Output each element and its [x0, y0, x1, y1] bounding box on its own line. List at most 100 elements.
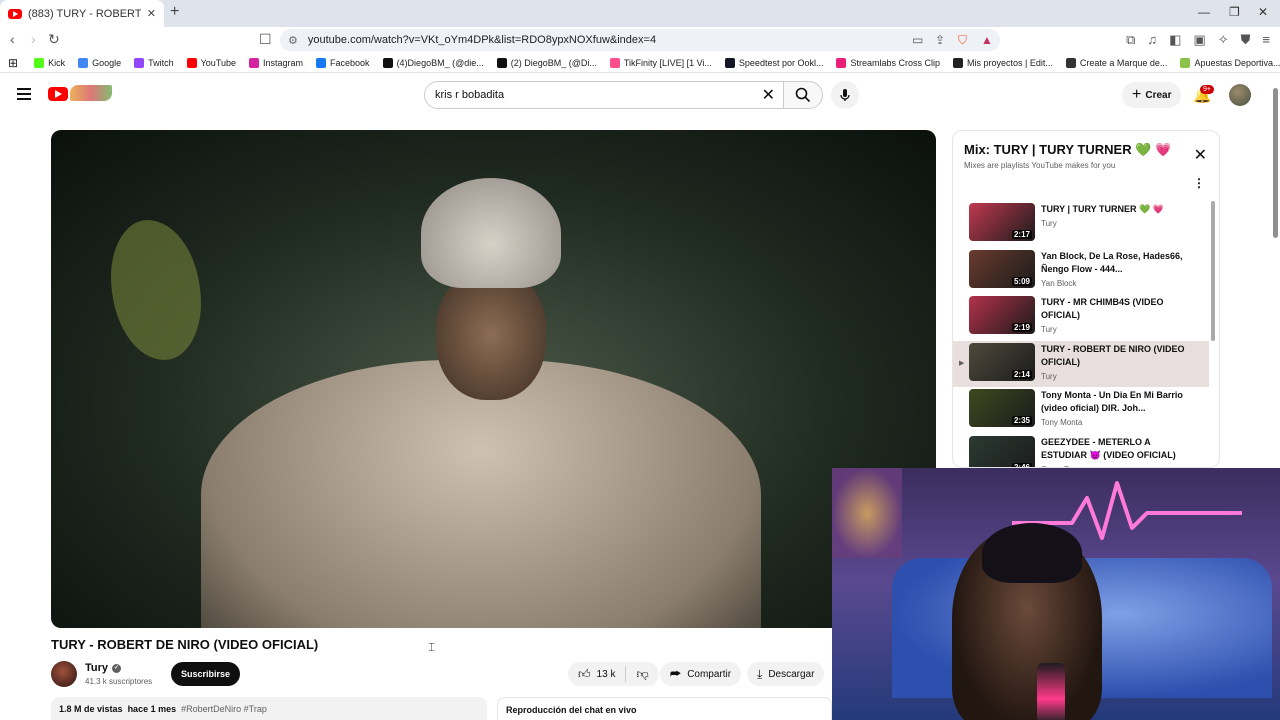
- like-dislike-group: 👍︎ 13 k 👎︎: [568, 662, 659, 686]
- bookmark-item[interactable]: Instagram: [249, 57, 303, 68]
- playlist-scrollbar[interactable]: [1211, 201, 1215, 341]
- forward-icon[interactable]: ›: [31, 31, 36, 47]
- playlist-item-title[interactable]: TURY - MR CHIMB4S (VIDEO OFICIAL): [1041, 296, 1191, 322]
- back-icon[interactable]: ‹: [10, 31, 15, 47]
- wallet-icon[interactable]: ▣: [1193, 32, 1205, 48]
- youtube-logo[interactable]: [48, 87, 68, 101]
- menu-icon[interactable]: ≡: [1262, 32, 1270, 48]
- bookmark-item[interactable]: Speedtest por Ookl...: [724, 57, 823, 68]
- bookmark-item[interactable]: Apuestas Deportiva...: [1180, 57, 1280, 68]
- share-button[interactable]: ⮫ Compartir: [660, 662, 742, 686]
- bookmark-item[interactable]: Twitch: [134, 57, 174, 68]
- restore-icon[interactable]: ❐: [1229, 5, 1240, 19]
- bookmark-favicon-icon: [78, 57, 89, 68]
- bookmark-item[interactable]: YouTube: [186, 57, 236, 68]
- upload-age: hace 1 mes: [127, 704, 177, 714]
- video-duration: 2:35: [1011, 416, 1032, 425]
- rewards-icon[interactable]: ▲: [981, 33, 993, 47]
- search-button[interactable]: [783, 81, 823, 109]
- cast-icon[interactable]: ▭: [912, 33, 923, 47]
- like-button[interactable]: 👍︎ 13 k: [568, 667, 625, 682]
- playlist-item-title[interactable]: Tony Monta - Un Dia En Mi Barrio (video …: [1041, 389, 1191, 415]
- bookmark-favicon-icon: [186, 57, 197, 68]
- bookmark-label: Kick: [48, 57, 66, 68]
- browser-tab[interactable]: (883) TURY - ROBERT DE NIRO (VIDEO OFICI…: [0, 0, 164, 27]
- music-icon[interactable]: ♫: [1147, 32, 1157, 48]
- playlist-item[interactable]: 2:17 TURY | TURY TURNER 💚 💗 Tury: [953, 201, 1209, 248]
- playlist-item[interactable]: 5:09 Yan Block, De La Rose, Hades66, Ñeng…: [953, 248, 1209, 295]
- bookmark-favicon-icon: [1180, 57, 1191, 68]
- share-page-icon[interactable]: ⇪: [935, 33, 945, 47]
- sidebar-icon[interactable]: ◧: [1169, 32, 1181, 48]
- playlist-thumbnail[interactable]: 2:17: [969, 203, 1035, 241]
- bookmark-item[interactable]: (4)DiegoBM_ (@die...: [382, 57, 484, 68]
- download-button[interactable]: ⤓ Descargar: [747, 662, 825, 686]
- verified-icon: ✓: [112, 663, 122, 673]
- account-avatar[interactable]: [1229, 84, 1251, 106]
- bookmark-item[interactable]: TikFinity [LIVE] [1 Vi...: [609, 57, 712, 68]
- voice-search-button[interactable]: [831, 81, 859, 109]
- playlist-title[interactable]: Mix: TURY | TURY TURNER 💚 💗: [964, 142, 1171, 158]
- bookmark-item[interactable]: Kick: [34, 57, 66, 68]
- more-actions-icon[interactable]: ⋮: [1193, 176, 1205, 190]
- bookmarks-bar: ⊞ Kick Google Twitch YouTube Instagram Facebo…: [0, 53, 1280, 73]
- clear-search-icon[interactable]: ✕: [762, 85, 775, 105]
- playlist-item[interactable]: ▶ 2:14 TURY - ROBERT DE NIRO (VIDEO OFICIA…: [953, 340, 1209, 387]
- playlist-item-title[interactable]: TURY - ROBERT DE NIRO (VIDEO OFICIAL): [1041, 343, 1191, 369]
- tab-search-icon[interactable]: ⧉: [1126, 32, 1135, 48]
- guide-menu-icon[interactable]: [17, 88, 31, 103]
- close-window-icon[interactable]: ✕: [1258, 5, 1268, 19]
- bookmark-label: TikFinity [LIVE] [1 Vi...: [623, 57, 712, 68]
- bookmark-item[interactable]: Create a Marque de...: [1065, 57, 1167, 68]
- playlist-item[interactable]: 2:35 Tony Monta - Un Dia En Mi Barrio (vi…: [953, 387, 1209, 434]
- playlist-thumbnail[interactable]: 2:19: [969, 296, 1035, 334]
- playlist-item-title[interactable]: GEEZYDEE - METERLO A ESTUDIAR 😈 (VIDEO O…: [1041, 436, 1191, 462]
- create-button[interactable]: + Crear: [1122, 82, 1182, 108]
- dislike-button[interactable]: 👎︎: [626, 667, 658, 682]
- channel-avatar[interactable]: [51, 661, 77, 687]
- reload-icon[interactable]: ↻: [48, 31, 60, 48]
- doodle-logo[interactable]: [70, 85, 112, 101]
- subscribe-button[interactable]: Suscribirse: [171, 662, 240, 686]
- site-info-icon[interactable]: ⚙: [288, 34, 298, 47]
- hashtags[interactable]: #RobertDeNiro #Trap: [181, 704, 267, 714]
- description-box[interactable]: 1.8 M de vistas hace 1 mes #RobertDeNiro…: [51, 697, 487, 720]
- bookmark-item[interactable]: Google: [78, 57, 121, 68]
- bookmark-icon[interactable]: ☐: [259, 31, 272, 48]
- brave-shield-icon[interactable]: ⛉: [958, 33, 967, 48]
- playlist-item[interactable]: 2:46 GEEZYDEE - METERLO A ESTUDIAR 😈 (VID…: [953, 434, 1209, 467]
- bookmark-item[interactable]: Mis proyectos | Edit...: [953, 57, 1053, 68]
- chat-replay-header[interactable]: Reproducción del chat en vivo: [497, 697, 832, 720]
- playlist-thumbnail[interactable]: 2:35: [969, 389, 1035, 427]
- bookmark-item[interactable]: Streamlabs Cross Clip: [836, 57, 940, 68]
- video-frame-foliage: [111, 220, 201, 360]
- subscriber-count: 41.3 k suscriptores: [85, 677, 153, 686]
- new-tab-icon[interactable]: +: [170, 3, 179, 21]
- address-bar[interactable]: ⚙ youtube.com/watch?v=VKt_oYm4DPk&list=R…: [280, 29, 1000, 51]
- search-input[interactable]: [435, 89, 762, 101]
- plus-icon: +: [1132, 86, 1142, 103]
- playlist-item-channel: Tury: [1041, 371, 1057, 381]
- close-tab-icon[interactable]: ✕: [147, 7, 156, 20]
- minimize-icon[interactable]: —: [1198, 5, 1210, 19]
- playlist-item-title[interactable]: TURY | TURY TURNER 💚 💗: [1041, 203, 1191, 216]
- playlist-item-title[interactable]: Yan Block, De La Rose, Hades66, Ñengo Fl…: [1041, 250, 1191, 276]
- playlist-thumbnail[interactable]: 5:09: [969, 249, 1035, 288]
- channel-name[interactable]: Tury ✓: [85, 662, 122, 674]
- bookmark-item[interactable]: (2) DiegoBM_ (@Di...: [496, 57, 597, 68]
- vpn-icon[interactable]: ⛊: [1241, 32, 1251, 48]
- bookmark-item[interactable]: Facebook: [316, 57, 370, 68]
- playlist-item-channel: Tony Monta: [1041, 418, 1083, 427]
- leo-ai-icon[interactable]: ✧: [1218, 32, 1229, 48]
- video-frame-hoodie: [201, 360, 761, 628]
- page-scrollbar[interactable]: [1273, 88, 1278, 238]
- apps-icon[interactable]: ⊞: [8, 56, 18, 70]
- video-player[interactable]: [51, 130, 936, 628]
- playlist-item[interactable]: 2:19 TURY - MR CHIMB4S (VIDEO OFICIAL) Tur…: [953, 294, 1209, 341]
- bookmark-favicon-icon: [34, 57, 45, 68]
- close-playlist-icon[interactable]: ✕: [1194, 145, 1207, 165]
- playlist-thumbnail[interactable]: 2:46: [969, 435, 1035, 467]
- playlist-thumbnail[interactable]: 2:14: [969, 342, 1035, 381]
- playlist-items: 2:17 TURY | TURY TURNER 💚 💗 Tury 5:09 Yan Bl…: [953, 201, 1209, 467]
- notification-count-badge: 9+: [1200, 85, 1214, 94]
